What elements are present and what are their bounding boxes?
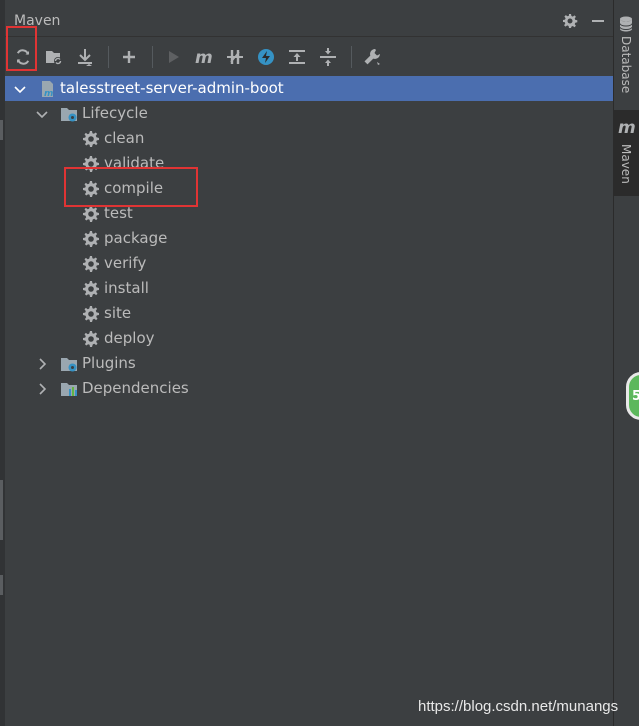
plugins-folder-icon bbox=[61, 358, 77, 372]
reload-all-projects-button[interactable] bbox=[9, 43, 37, 71]
minimize-icon bbox=[592, 20, 604, 22]
download-icon bbox=[78, 49, 92, 66]
dependencies-label: Dependencies bbox=[82, 379, 189, 397]
wrench-icon bbox=[364, 49, 380, 65]
tree-node-phase-install[interactable]: install bbox=[5, 276, 613, 301]
panel-title: Maven bbox=[14, 13, 61, 29]
lifecycle-label: Lifecycle bbox=[82, 104, 148, 122]
phase-label: clean bbox=[104, 129, 145, 147]
gear-icon bbox=[83, 156, 99, 172]
tree-node-plugins[interactable]: Plugins bbox=[5, 351, 613, 376]
right-tool-stripe: Database m Maven bbox=[613, 0, 639, 726]
plus-icon bbox=[123, 51, 135, 63]
chevron-down-icon[interactable] bbox=[34, 106, 50, 122]
reload-icon bbox=[16, 49, 30, 65]
phase-label: deploy bbox=[104, 329, 155, 347]
maven-glyph-icon: m bbox=[618, 118, 636, 138]
run-maven-build-button[interactable] bbox=[159, 43, 187, 71]
maven-panel-header: Maven bbox=[5, 5, 613, 37]
tree-node-phase-compile[interactable]: compile bbox=[5, 176, 613, 201]
phase-label: test bbox=[104, 204, 133, 222]
maven-tab-label: Maven bbox=[619, 144, 633, 184]
toolbar-separator bbox=[108, 46, 109, 68]
generate-sources-button[interactable] bbox=[40, 43, 68, 71]
maven-tool-button[interactable]: m Maven bbox=[614, 110, 639, 196]
gear-icon bbox=[83, 256, 99, 272]
gear-icon bbox=[83, 231, 99, 247]
tree-node-lifecycle[interactable]: Lifecycle bbox=[5, 101, 613, 126]
expand-all-icon bbox=[289, 50, 305, 64]
toggle-offline-mode-button[interactable] bbox=[221, 43, 249, 71]
gear-icon bbox=[83, 331, 99, 347]
gear-icon bbox=[83, 131, 99, 147]
phase-label: verify bbox=[104, 254, 147, 272]
maven-m-icon: m bbox=[195, 48, 213, 67]
gear-icon bbox=[83, 181, 99, 197]
gear-icon bbox=[563, 14, 578, 28]
edge-mark bbox=[0, 480, 3, 540]
toolbar-separator bbox=[351, 46, 352, 68]
project-name: talesstreet-server-admin-boot bbox=[60, 79, 284, 97]
toggle-skip-tests-button[interactable] bbox=[252, 43, 280, 71]
tree-node-phase-site[interactable]: site bbox=[5, 301, 613, 326]
panel-settings-button[interactable] bbox=[559, 10, 581, 32]
svg-text:m: m bbox=[44, 89, 53, 98]
edge-mark bbox=[0, 120, 3, 140]
download-sources-button[interactable] bbox=[71, 43, 99, 71]
tree-node-phase-package[interactable]: package bbox=[5, 226, 613, 251]
tree-node-project[interactable]: m talesstreet-server-admin-boot bbox=[5, 76, 613, 101]
plugins-label: Plugins bbox=[82, 354, 136, 372]
svg-text:m: m bbox=[195, 48, 213, 67]
play-icon bbox=[169, 51, 179, 63]
dependencies-folder-icon bbox=[61, 383, 77, 396]
badge-value: 5 bbox=[632, 388, 639, 404]
edge-mark bbox=[0, 575, 3, 595]
lightning-icon bbox=[258, 49, 274, 65]
database-tab-label: Database bbox=[619, 36, 633, 94]
maven-module-icon: m bbox=[42, 81, 53, 98]
chevron-right-icon[interactable] bbox=[34, 381, 50, 397]
collapse-all-button[interactable] bbox=[314, 43, 342, 71]
database-tool-button[interactable]: Database bbox=[614, 12, 639, 104]
show-dependencies-button[interactable] bbox=[283, 43, 311, 71]
toolbar-separator bbox=[152, 46, 153, 68]
hide-panel-button[interactable] bbox=[587, 10, 609, 32]
database-icon bbox=[619, 16, 633, 32]
offline-icon bbox=[227, 50, 243, 64]
collapse-all-icon bbox=[320, 48, 336, 66]
phase-label: package bbox=[104, 229, 168, 247]
phase-label: validate bbox=[104, 154, 165, 172]
tree-node-phase-test[interactable]: test bbox=[5, 201, 613, 226]
gear-icon bbox=[83, 306, 99, 322]
tree-node-dependencies[interactable]: Dependencies bbox=[5, 376, 613, 401]
phase-label: site bbox=[104, 304, 132, 322]
lifecycle-folder-icon bbox=[61, 108, 77, 122]
maven-projects-tree: m talesstreet-server-admin-boot Lifecycl… bbox=[5, 76, 613, 726]
execute-maven-goal-button[interactable]: m bbox=[190, 43, 218, 71]
tree-node-phase-verify[interactable]: verify bbox=[5, 251, 613, 276]
floating-status-badge[interactable]: 5 bbox=[626, 372, 639, 420]
tree-node-phase-deploy[interactable]: deploy bbox=[5, 326, 613, 351]
chevron-right-icon[interactable] bbox=[34, 356, 50, 372]
tree-node-phase-clean[interactable]: clean bbox=[5, 126, 613, 151]
gear-icon bbox=[83, 281, 99, 297]
phase-label: install bbox=[104, 279, 149, 297]
maven-settings-button[interactable] bbox=[358, 43, 386, 71]
watermark-text: https://blog.csdn.net/munangs bbox=[418, 698, 619, 715]
header-actions bbox=[559, 10, 609, 32]
phase-label: compile bbox=[104, 179, 164, 197]
add-maven-project-button[interactable] bbox=[115, 43, 143, 71]
gear-icon bbox=[83, 206, 99, 222]
tree-node-phase-validate[interactable]: validate bbox=[5, 151, 613, 176]
folder-refresh-icon bbox=[46, 51, 62, 65]
chevron-down-icon[interactable] bbox=[12, 81, 28, 97]
maven-toolbar: m bbox=[5, 38, 613, 76]
